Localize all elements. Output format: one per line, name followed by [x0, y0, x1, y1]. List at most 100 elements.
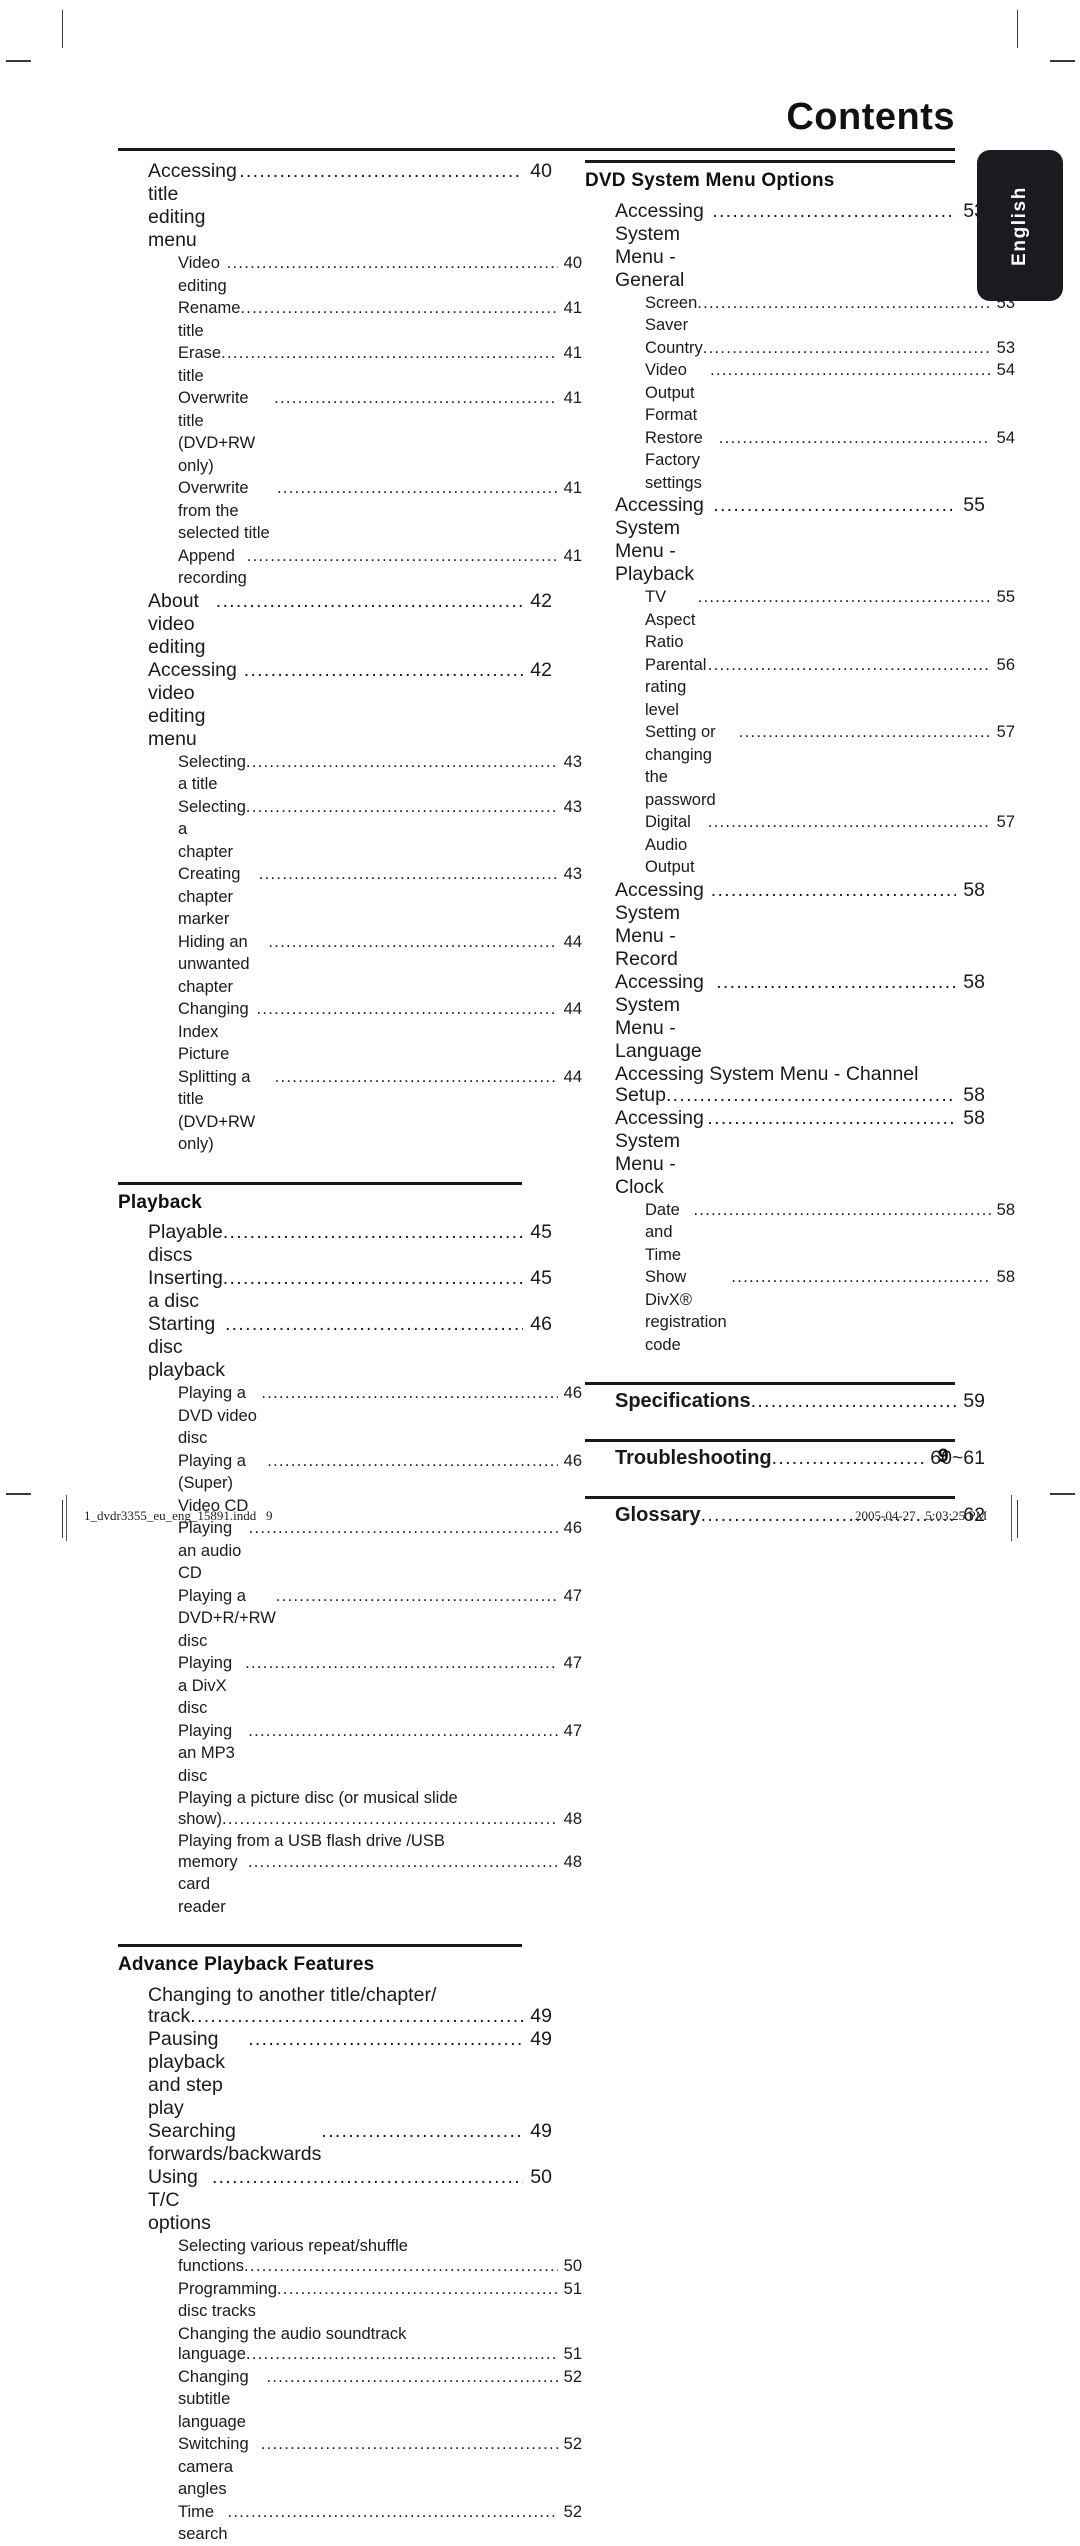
toc-entry[interactable]: Accessing System Menu - Record..........…: [615, 879, 985, 971]
toc-entry[interactable]: Playing a DVD+R/+RW disc................…: [178, 1585, 582, 1653]
toc-page-number: 46: [563, 1519, 582, 1538]
toc-entry[interactable]: Inserting a disc........................…: [148, 1267, 552, 1313]
toc-entry[interactable]: Accessing System Menu - Clock...........…: [615, 1107, 985, 1199]
toc-entry[interactable]: Accessing System Menu -Playback.........…: [615, 494, 985, 586]
toc-entry[interactable]: Playing a DivX disc.....................…: [178, 1652, 582, 1720]
toc-entry[interactable]: Video Output Format.....................…: [645, 359, 1015, 427]
toc-entry[interactable]: Programming disc tracks.................…: [178, 2278, 582, 2323]
toc-entry[interactable]: Show DivX® registration code............…: [645, 1266, 1015, 1356]
toc-entry[interactable]: Creating chapter marker.................…: [178, 863, 582, 931]
toc-entry[interactable]: Accessing System Menu - General.........…: [615, 200, 985, 292]
toc-entry[interactable]: Selecting a title.......................…: [178, 751, 582, 796]
toc-entry[interactable]: Starting disc playback..................…: [148, 1313, 552, 1382]
toc-entry[interactable]: Playable discs..........................…: [148, 1221, 552, 1267]
toc-page-number: 44: [563, 932, 582, 951]
toc-entry[interactable]: Troubleshooting.........................…: [615, 1447, 985, 1470]
toc-entry[interactable]: show)...................................…: [178, 1808, 582, 1831]
toc-entry[interactable]: Searching forwards/backwards............…: [148, 2120, 552, 2166]
toc-entry[interactable]: Using T/C options.......................…: [148, 2166, 552, 2235]
toc-leader-dots: ........................................…: [246, 546, 558, 565]
toc-leader-dots: ........................................…: [710, 878, 956, 901]
toc-entry[interactable]: Specifications..........................…: [615, 1390, 985, 1413]
toc-entry[interactable]: Selecting various repeat/shuffle: [178, 2235, 582, 2258]
toc-leader-dots: ........................................…: [321, 2119, 523, 2142]
section-divider: [585, 160, 955, 163]
toc-entry[interactable]: Parental rating level...................…: [645, 654, 1015, 722]
toc-entry[interactable]: Append recording........................…: [178, 545, 582, 590]
toc-page-number: 45: [530, 1267, 552, 1290]
toc-entry-label: Playing a picture disc (or musical slide: [178, 1789, 458, 1808]
toc-entry[interactable]: Selecting a chapter.....................…: [178, 796, 582, 864]
toc-entry-label: functions: [178, 2257, 245, 2276]
toc-entry[interactable]: Accessing System Menu - Channel: [615, 1063, 985, 1086]
toc-entry[interactable]: Playing an MP3 disc.....................…: [178, 1720, 582, 1788]
toc-entry[interactable]: Hiding an unwanted chapter..............…: [178, 931, 582, 999]
toc-entry[interactable]: Time search.............................…: [178, 2501, 582, 2546]
slug-rule-right: [1011, 1495, 1012, 1541]
toc-page-number: 60~61: [930, 1447, 985, 1470]
toc-entry[interactable]: Accessing title editing menu............…: [148, 160, 552, 252]
toc-entry[interactable]: track...................................…: [148, 2005, 552, 2028]
toc-entry[interactable]: TV Aspect Ratio.........................…: [645, 586, 1015, 654]
toc-leader-dots: ........................................…: [738, 723, 991, 742]
toc-page-number: 46: [530, 1313, 552, 1336]
toc-entry[interactable]: Changing Index Picture..................…: [178, 998, 582, 1066]
toc-entry[interactable]: Setup...................................…: [615, 1084, 985, 1107]
toc-page-number: 51: [563, 2345, 582, 2364]
toc-entry[interactable]: language................................…: [178, 2343, 582, 2366]
toc-entry-label: Accessing title editing menu: [148, 160, 243, 251]
toc-page-number: 45: [530, 1221, 552, 1244]
toc-leader-dots: ........................................…: [240, 299, 558, 317]
toc-entry[interactable]: About video editing.....................…: [148, 590, 552, 659]
toc-page-number: 41: [563, 546, 582, 565]
toc-entry[interactable]: Overwrite title (DVD+RW only)...........…: [178, 387, 582, 477]
toc-entry[interactable]: Video editing...........................…: [178, 252, 582, 297]
toc-entry[interactable]: Accessing video editing menu............…: [148, 659, 552, 751]
toc-entry[interactable]: Screen Saver............................…: [645, 292, 1015, 337]
toc-page-number: 49: [530, 2004, 552, 2027]
toc-entry[interactable]: Rename title............................…: [178, 297, 582, 342]
toc-entry[interactable]: Playing a picture disc (or musical slide: [178, 1787, 582, 1810]
toc-page-number: 58: [963, 1106, 985, 1129]
crop-mark-bottom-left-vertical: [62, 1500, 63, 1538]
toc-entry[interactable]: Restore Factory settings................…: [645, 427, 1015, 495]
toc-entry-label: Parental rating level: [645, 655, 712, 719]
toc-entry[interactable]: Overwrite from the selected title.......…: [178, 477, 582, 545]
toc-page-number: 58: [963, 878, 985, 901]
toc-leader-dots: ........................................…: [274, 1067, 558, 1086]
toc-entry-label: Accessing System Menu - Clock: [615, 1106, 710, 1198]
toc-entry[interactable]: Switching camera angles.................…: [178, 2433, 582, 2501]
toc-entry-label: Selecting a title: [178, 752, 251, 794]
toc-entry[interactable]: Playing from a USB flash drive /USB: [178, 1830, 582, 1853]
toc-entry[interactable]: Changing to another title/chapter/: [148, 1984, 552, 2007]
toc-leader-dots: ........................................…: [750, 1390, 956, 1413]
toc-entry[interactable]: Playing a DVD video disc................…: [178, 1382, 582, 1450]
section-divider: [585, 1382, 955, 1386]
toc-leader-dots: ........................................…: [226, 254, 558, 272]
toc-leader-dots: ........................................…: [211, 2165, 523, 2188]
toc-entry[interactable]: Splitting a title (DVD+RW only).........…: [178, 1066, 582, 1156]
toc-entry[interactable]: Date and Time...........................…: [645, 1199, 1015, 1267]
toc-entry-label: Rename title: [178, 299, 245, 340]
toc-entry[interactable]: Erase title.............................…: [178, 342, 582, 387]
toc-page-number: 41: [563, 479, 582, 497]
toc-page-number: 46: [563, 1384, 582, 1403]
toc-page-number: 57: [996, 723, 1015, 742]
toc-entry[interactable]: Changing the audio soundtrack: [178, 2323, 582, 2346]
toc-entry[interactable]: Playing an audio CD.....................…: [178, 1517, 582, 1585]
toc-entry[interactable]: memory card reader......................…: [178, 1851, 582, 1919]
toc-entry[interactable]: Country.................................…: [645, 337, 1015, 360]
toc-entry[interactable]: Changing subtitle language..............…: [178, 2366, 582, 2434]
toc-entry[interactable]: functions...............................…: [178, 2255, 582, 2278]
toc-entry[interactable]: Pausing playback and step play..........…: [148, 2028, 552, 2120]
toc-entry[interactable]: Digital Audio Output....................…: [645, 811, 1015, 879]
toc-entry[interactable]: Setting or changing the password........…: [645, 721, 1015, 811]
toc-leader-dots: ........................................…: [771, 1447, 929, 1470]
toc-page-number: 47: [563, 1654, 582, 1673]
toc-page-number: 58: [963, 970, 985, 993]
toc-entry-label: Playing a DVD video disc: [178, 1384, 262, 1448]
toc-entry[interactable]: Accessing System Menu - Language........…: [615, 971, 985, 1063]
